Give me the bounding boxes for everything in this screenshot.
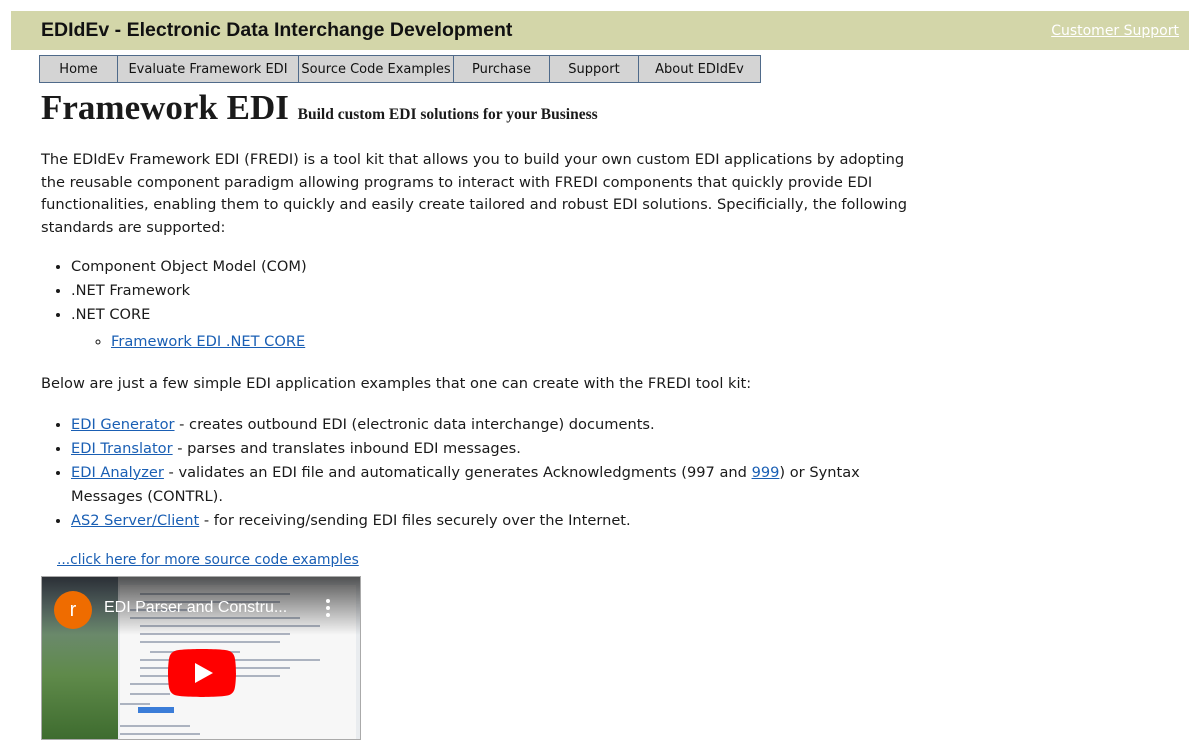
framework-edi-net-core-link[interactable]: Framework EDI .NET CORE bbox=[111, 333, 305, 350]
intro-paragraph: The EDIdEv Framework EDI (FREDI) is a to… bbox=[41, 151, 907, 236]
more-options-icon[interactable] bbox=[326, 599, 330, 617]
list-item: EDI Generator - creates outbound EDI (el… bbox=[71, 413, 931, 437]
more-examples-link[interactable]: ...click here for more source code examp… bbox=[57, 550, 931, 570]
nav-about-edidev[interactable]: About EDIdEv bbox=[638, 55, 761, 83]
channel-avatar[interactable]: r bbox=[54, 591, 92, 629]
nav-purchase[interactable]: Purchase bbox=[453, 55, 550, 83]
list-item: Framework EDI .NET CORE bbox=[111, 327, 931, 357]
examples-list: EDI Generator - creates outbound EDI (el… bbox=[41, 413, 931, 533]
main-nav: Home Evaluate Framework EDI Source Code … bbox=[39, 55, 761, 83]
list-item-label: .NET CORE bbox=[71, 306, 151, 323]
as2-server-client-link[interactable]: AS2 Server/Client bbox=[71, 512, 199, 529]
video-title[interactable]: EDI Parser and Constru... bbox=[104, 599, 304, 617]
page-subtitle: Build custom EDI solutions for your Busi… bbox=[297, 106, 598, 123]
site-header: EDIdEv - Electronic Data Interchange Dev… bbox=[11, 11, 1189, 50]
main-content: Framework EDI Build custom EDI solutions… bbox=[41, 88, 931, 570]
999-link[interactable]: 999 bbox=[752, 464, 780, 481]
example-description: - for receiving/sending EDI files secure… bbox=[199, 511, 631, 529]
standards-list: Component Object Model (COM) .NET Framew… bbox=[41, 255, 931, 357]
example-description: - parses and translates inbound EDI mess… bbox=[172, 439, 521, 457]
list-item: Component Object Model (COM) bbox=[71, 255, 931, 279]
code-highlight bbox=[138, 707, 174, 713]
page-heading-text: Framework EDI bbox=[41, 88, 289, 127]
examples-intro: Below are just a few simple EDI applicat… bbox=[41, 375, 752, 392]
edi-translator-link[interactable]: EDI Translator bbox=[71, 440, 173, 457]
core-sublist: Framework EDI .NET CORE bbox=[71, 327, 931, 357]
video-embed[interactable]: r EDI Parser and Constru... bbox=[41, 576, 361, 740]
customer-support-link[interactable]: Customer Support bbox=[1051, 23, 1179, 39]
list-item: .NET Framework bbox=[71, 279, 931, 303]
list-item: EDI Translator - parses and translates i… bbox=[71, 437, 931, 461]
list-item: AS2 Server/Client - for receiving/sendin… bbox=[71, 509, 931, 533]
play-icon[interactable] bbox=[168, 649, 236, 697]
example-description: - creates outbound EDI (electronic data … bbox=[174, 415, 655, 433]
list-item: EDI Analyzer - validates an EDI file and… bbox=[71, 461, 931, 509]
nav-evaluate-framework-edi[interactable]: Evaluate Framework EDI bbox=[117, 55, 299, 83]
example-description: - validates an EDI file and automaticall… bbox=[163, 463, 752, 481]
nav-source-code-examples[interactable]: Source Code Examples bbox=[298, 55, 454, 83]
list-item: .NET CORE Framework EDI .NET CORE bbox=[71, 303, 931, 357]
page-title: Framework EDI Build custom EDI solutions… bbox=[41, 88, 931, 135]
site-title: EDIdEv - Electronic Data Interchange Dev… bbox=[41, 19, 513, 41]
nav-support[interactable]: Support bbox=[549, 55, 639, 83]
nav-home[interactable]: Home bbox=[39, 55, 118, 83]
edi-analyzer-link[interactable]: EDI Analyzer bbox=[71, 464, 164, 481]
edi-generator-link[interactable]: EDI Generator bbox=[71, 416, 175, 433]
